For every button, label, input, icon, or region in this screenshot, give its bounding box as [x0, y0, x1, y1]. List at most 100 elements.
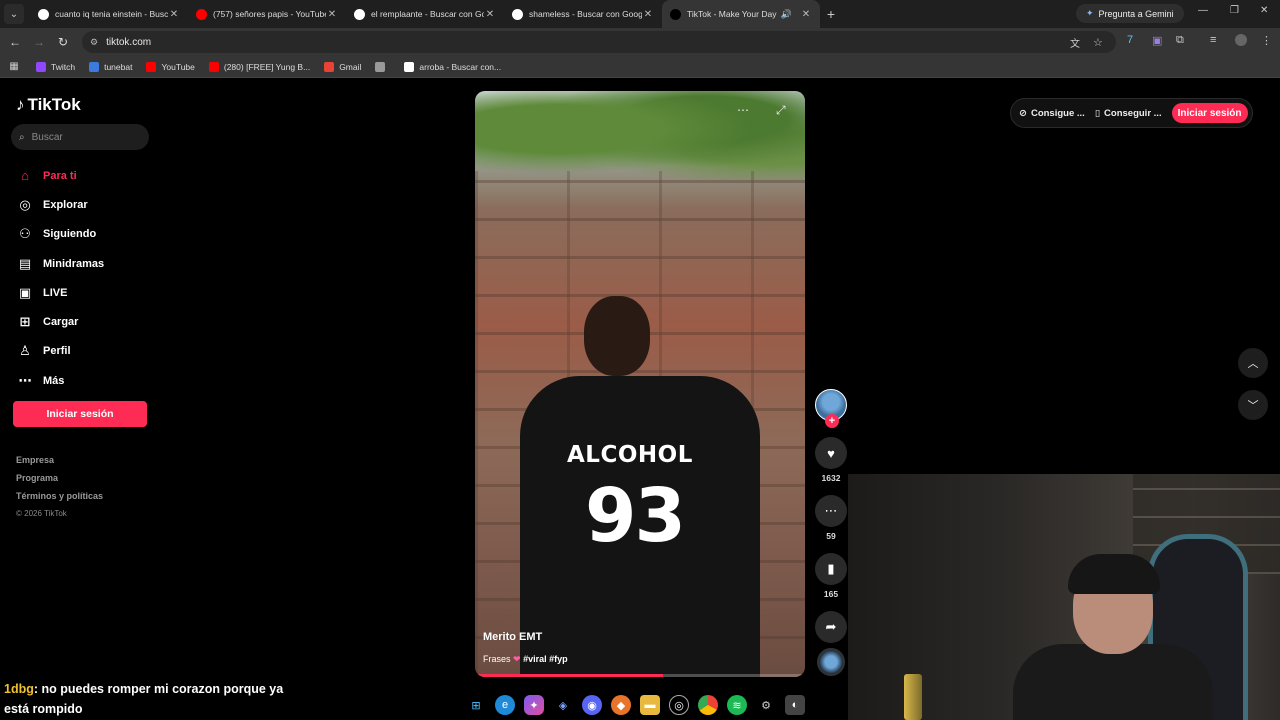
previous-video-button[interactable]: ︿	[1238, 348, 1268, 378]
back-icon[interactable]: ←	[3, 35, 27, 49]
close-tab-icon[interactable]: ✕	[800, 9, 812, 20]
like-action[interactable]: ♥ 1632	[815, 437, 847, 483]
chrome-icon[interactable]	[698, 695, 718, 715]
minimize-icon[interactable]: —	[1198, 5, 1208, 16]
windows-start-icon[interactable]: ⊞	[466, 695, 486, 715]
footer-link-terms[interactable]: Términos y políticas	[16, 491, 103, 509]
audio-playing-icon[interactable]: 🔊	[781, 9, 792, 20]
forward-icon[interactable]: →	[27, 35, 51, 49]
music-disc-icon[interactable]	[817, 648, 845, 676]
kebab-menu-icon[interactable]: ⋮	[1261, 34, 1272, 47]
webcam-overlay	[848, 474, 1280, 720]
comment-action[interactable]: ⋯ 59	[815, 495, 847, 541]
bookmark-item[interactable]: YouTube	[146, 61, 195, 72]
extension-purple-icon[interactable]: ▣	[1152, 34, 1162, 47]
close-tab-icon[interactable]: ✕	[168, 9, 180, 20]
steam-icon[interactable]: ◐	[785, 695, 805, 715]
browser-tab[interactable]: TikTok - Make Your Day 🔊 ✕	[662, 0, 820, 28]
edge-icon[interactable]: e	[495, 695, 515, 715]
comment-icon[interactable]: ⋯	[815, 495, 847, 527]
browser-tab[interactable]: (757) señores papis - YouTube ✕	[188, 0, 346, 28]
creator-avatar[interactable]: +	[815, 389, 847, 428]
sidebar-login-button[interactable]: Iniciar sesión	[13, 401, 147, 427]
get-app-label: Conseguir ...	[1104, 107, 1162, 119]
tiktok-logo[interactable]: ♪ TikTok	[16, 95, 81, 115]
bookmark-icon[interactable]: ▮	[815, 553, 847, 585]
sidebar-item-label: LIVE	[43, 286, 68, 299]
close-window-icon[interactable]: ✕	[1260, 5, 1268, 16]
restore-icon[interactable]: ❐	[1230, 5, 1239, 16]
sidebar-item-following[interactable]: ⚇ Siguiendo	[16, 220, 104, 249]
file-explorer-icon[interactable]: ▬	[640, 695, 660, 715]
video-more-icon[interactable]: ⋯	[737, 103, 749, 117]
browser-tab[interactable]: el remplaante - Buscar con Goo ✕	[346, 0, 504, 28]
heart-emoji-icon: ❤	[513, 654, 524, 664]
sidebar-item-label: Cargar	[43, 316, 79, 329]
bookmark-item[interactable]: Twitch	[36, 61, 75, 72]
brave-icon[interactable]: ◆	[611, 695, 631, 715]
bookmark-item[interactable]	[375, 61, 390, 72]
save-count: 165	[823, 589, 839, 599]
bookmark-label: (280) [FREE] Yung B...	[223, 61, 311, 72]
discord-icon[interactable]: ◉	[582, 695, 602, 715]
sidebar-item-live[interactable]: ▣ LIVE	[16, 278, 104, 307]
close-tab-icon[interactable]: ✕	[484, 9, 496, 20]
bookmark-item[interactable]: (280) [FREE] Yung B...	[208, 61, 311, 72]
extension-icon[interactable]: 7	[1127, 34, 1133, 46]
stream-chat-message: 1dbg: no puedes romper mi corazon porque…	[4, 679, 304, 719]
browser-tab[interactable]: cuanto iq tenia einstein - Busca ✕	[30, 0, 188, 28]
heart-icon[interactable]: ♥	[815, 437, 847, 469]
media-control-icon[interactable]: ≡	[1210, 34, 1216, 46]
next-video-button[interactable]: ﹀	[1238, 390, 1268, 420]
sidebar-item-compass[interactable]: ◎ Explorar	[16, 190, 104, 219]
share-icon[interactable]: ➦	[815, 611, 847, 643]
bookmark-item[interactable]: arroba - Buscar con...	[404, 61, 501, 72]
footer-link-program[interactable]: Programa	[16, 473, 103, 491]
gemini-button[interactable]: ✦ Pregunta a Gemini	[1076, 4, 1184, 23]
caption-tags[interactable]: #viral #fyp	[523, 654, 568, 664]
close-tab-icon[interactable]: ✕	[326, 9, 338, 20]
sidebar-item-more[interactable]: ⋯ Más	[16, 366, 104, 395]
translate-icon[interactable]: 文	[1070, 35, 1080, 50]
video-progress-fill	[475, 674, 664, 677]
bookmark-star-icon[interactable]: ☆	[1093, 36, 1103, 49]
new-tab-button[interactable]: +	[820, 6, 842, 22]
video-player[interactable]: ALCOHOL 93 ⋯ ⤢ Merito EMT Frases ❤ #vira…	[475, 91, 805, 677]
copilot-icon[interactable]: ✦	[524, 695, 544, 715]
get-coins-button[interactable]: ⊘ Consigue ...	[1019, 108, 1085, 119]
site-info-icon[interactable]: ⚙	[90, 37, 98, 48]
search-input[interactable]: ⌕ Buscar	[11, 124, 149, 150]
profile-avatar-icon[interactable]	[1235, 34, 1247, 46]
footer-link-company[interactable]: Empresa	[16, 455, 103, 473]
header-login-button[interactable]: Iniciar sesión	[1171, 103, 1248, 123]
sidebar-item-home[interactable]: ⌂ Para ti	[16, 161, 104, 190]
puzzle-icon[interactable]: ⧉	[1176, 34, 1184, 47]
close-tab-icon[interactable]: ✕	[642, 9, 654, 20]
get-app-button[interactable]: ▯ Conseguir ...	[1095, 108, 1162, 119]
bookmark-item[interactable]: tunebat	[89, 61, 132, 72]
obs-icon[interactable]: ◎	[669, 695, 689, 715]
fullscreen-icon[interactable]: ⤢	[776, 103, 786, 118]
spotify-icon[interactable]: ≋	[727, 695, 747, 715]
tab-title: shameless - Buscar con Google	[529, 9, 642, 19]
apps-grid-icon[interactable]: ▦	[0, 61, 28, 72]
like-count: 1632	[821, 473, 841, 483]
settings-gear-icon[interactable]: ⚙	[756, 695, 776, 715]
save-action[interactable]: ▮ 165	[815, 553, 847, 599]
vpn-icon[interactable]: ◈	[553, 695, 573, 715]
browser-toolbar: ← → ↻ ⚙ tiktok.com 文 ☆	[0, 28, 1280, 56]
tab-search-button[interactable]: ⌄	[4, 4, 24, 24]
video-author[interactable]: Merito EMT	[483, 631, 542, 643]
reload-icon[interactable]: ↻	[51, 35, 75, 49]
address-bar[interactable]: ⚙ tiktok.com 文 ☆	[82, 31, 1116, 53]
browser-tab[interactable]: shameless - Buscar con Google ✕	[504, 0, 662, 28]
video-progress-bar[interactable]	[475, 674, 805, 677]
bookmark-item[interactable]: Gmail	[324, 61, 361, 72]
follow-plus-icon[interactable]: +	[825, 414, 839, 428]
sidebar-item-profile[interactable]: ♙ Perfil	[16, 337, 104, 366]
globe-icon	[375, 61, 386, 72]
google-icon	[38, 8, 49, 20]
sidebar-item-upload[interactable]: ⊞ Cargar	[16, 307, 104, 336]
sidebar-item-label: Perfil	[43, 345, 71, 358]
sidebar-item-film[interactable]: ▤ Minidramas	[16, 249, 104, 278]
